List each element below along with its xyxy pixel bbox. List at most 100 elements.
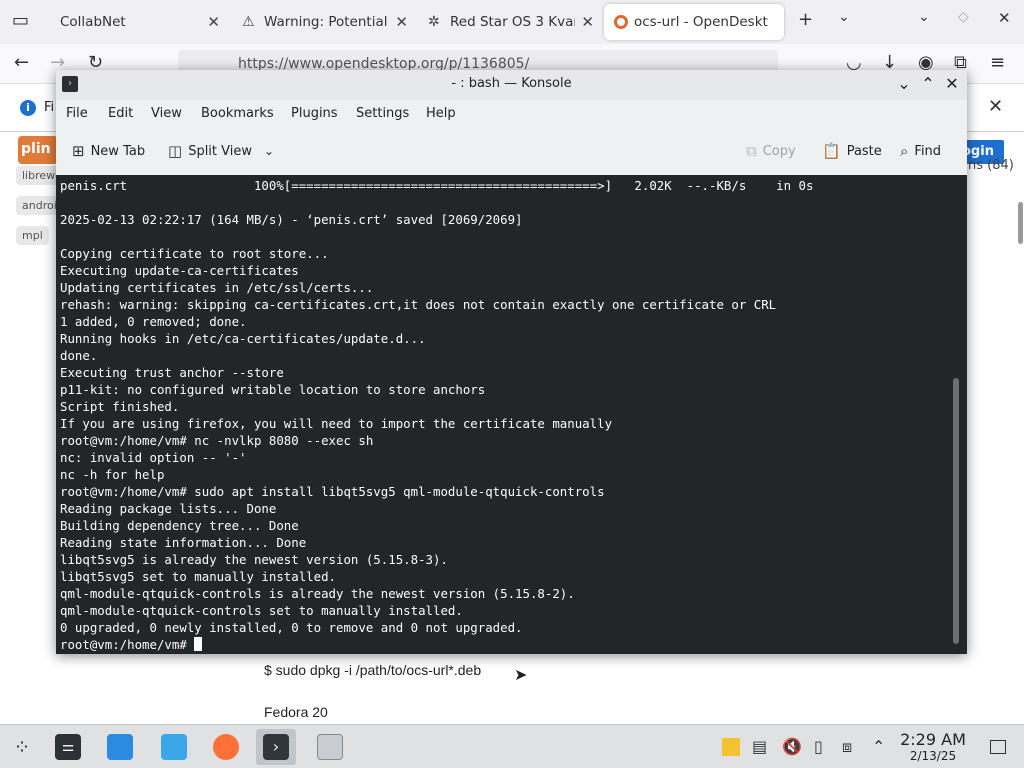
site-logo[interactable]: plin [18, 136, 58, 164]
tab-label: Warning: Potential S [264, 14, 390, 30]
install-command: $ sudo dpkg -i /path/to/ocs-url*.deb [264, 662, 482, 678]
archive-icon [317, 734, 343, 760]
chevron-up-icon[interactable]: ⌃ [872, 737, 885, 756]
terminal-line: done. [60, 348, 98, 363]
close-icon[interactable]: ✕ [998, 9, 1011, 27]
menu-icon[interactable]: ≡ [990, 52, 1005, 73]
terminal-line: Copying certificate to root store... [60, 246, 329, 261]
terminal-line: libqt5svg5 set to manually installed. [60, 569, 337, 584]
menu-settings[interactable]: Settings [356, 106, 409, 121]
minimize-icon[interactable]: ⌄ [894, 74, 914, 93]
terminal-scrollbar[interactable] [953, 378, 959, 644]
taskbar-discover[interactable] [100, 729, 140, 765]
menu-help[interactable]: Help [426, 106, 456, 121]
terminal-line: qml-module-qtquick-controls set to manua… [60, 603, 463, 618]
tab-red-star-os[interactable]: ✲ Red Star OS 3 Kvant ✕ [418, 4, 604, 40]
terminal-line: p11-kit: no configured writable location… [60, 382, 486, 397]
page-scrollbar[interactable] [1018, 202, 1023, 244]
konsole-title-bar[interactable]: › - : bash — Konsole ⌄ ⌃ ✕ [56, 70, 967, 100]
clock-date[interactable]: 2/13/25 [893, 749, 973, 763]
close-icon[interactable]: ✕ [207, 13, 220, 31]
taskbar-dolphin[interactable] [154, 729, 194, 765]
star-icon: ✲ [428, 14, 440, 30]
terminal-prompt-line[interactable]: root@vm:/home/vm# [60, 636, 963, 653]
info-icon: i [20, 100, 36, 116]
terminal-line: rehash: warning: skipping ca-certificate… [60, 297, 777, 312]
notification-text: Fi [44, 100, 55, 115]
terminal-line: Updating certificates in /etc/ssl/certs.… [60, 280, 374, 295]
taskbar-system-settings[interactable]: ⚌ [48, 729, 88, 765]
terminal-line: Building dependency tree... Done [60, 518, 299, 533]
volume-muted-icon[interactable]: 🔇 [782, 737, 802, 756]
minimize-icon[interactable]: ⌄ [918, 9, 930, 25]
taskbar-ark[interactable] [310, 729, 350, 765]
terminal-output[interactable]: penis.crt 100%[=========================… [56, 175, 967, 654]
tab-label: Red Star OS 3 Kvant [450, 14, 576, 30]
terminal-line: penis.crt 100%[=========================… [60, 178, 814, 193]
copy-icon: ⧉ [746, 142, 757, 160]
new-tab-button[interactable]: ⊞ New Tab [72, 142, 145, 160]
terminal-line: libqt5svg5 is already the newest version… [60, 552, 448, 567]
new-tab-icon: ⊞ [72, 142, 85, 160]
tab-collabnet[interactable]: CollabNet ✕ [44, 4, 230, 40]
terminal-line: qml-module-qtquick-controls is already t… [60, 586, 575, 601]
new-tab-button[interactable]: + [798, 9, 813, 30]
new-tab-label: New Tab [90, 143, 146, 159]
notes-icon[interactable] [722, 738, 740, 756]
chevron-down-icon: ⌄ [264, 144, 275, 158]
terminal-prompt: root@vm:/home/vm# [60, 637, 195, 652]
menu-plugins[interactable]: Plugins [291, 106, 338, 121]
chevron-down-icon[interactable]: ⌄ [838, 9, 850, 25]
split-view-label: Split View [188, 143, 252, 159]
copy-label: Copy [762, 143, 796, 159]
menu-edit[interactable]: Edit [108, 106, 133, 121]
menu-file[interactable]: File [66, 106, 88, 121]
opendesktop-icon [614, 15, 628, 29]
warning-icon: ⚠ [242, 14, 255, 30]
clock-time[interactable]: 2:29 AM [893, 730, 973, 749]
find-button[interactable]: ⌕ Find [900, 142, 941, 160]
device-icon[interactable]: ▯ [814, 737, 823, 756]
terminal-line: nc -h for help [60, 467, 165, 482]
count-label: ns (84) [968, 158, 1014, 173]
konsole-window[interactable]: › - : bash — Konsole ⌄ ⌃ ✕ File Edit Vie… [56, 70, 967, 654]
split-view-button[interactable]: ◫ Split View ⌄ [168, 142, 274, 160]
mouse-cursor-icon: ➤ [514, 665, 528, 684]
tag-chip[interactable]: mpl [16, 226, 49, 245]
terminal-line: If you are using firefox, you will need … [60, 416, 613, 431]
split-view-icon: ◫ [168, 142, 183, 160]
close-icon[interactable]: ✕ [988, 96, 1003, 117]
maximize-icon[interactable]: ◇ [958, 9, 969, 25]
terminal-line: Script finished. [60, 399, 180, 414]
fedora-heading: Fedora 20 [264, 704, 328, 720]
taskbar-konsole[interactable]: › [256, 729, 296, 765]
tab-label: ocs-url - OpenDeskt [634, 14, 768, 30]
discover-icon [107, 734, 133, 760]
tab-warning[interactable]: ⚠ Warning: Potential S ✕ [232, 4, 418, 40]
taskbar: ⁘ ⚌ › ▤ 🔇 ▯ ⧈ ⌃ 2:29 AM 2/13/25 [0, 724, 1024, 768]
app-launcher-button[interactable]: ⁘ [2, 729, 42, 765]
menu-view[interactable]: View [151, 106, 182, 121]
tab-label: CollabNet [60, 14, 126, 30]
close-icon[interactable]: ✕ [581, 13, 594, 31]
close-icon[interactable]: ✕ [942, 74, 962, 93]
tab-ocs-url[interactable]: ocs-url - OpenDeskt [604, 4, 784, 40]
paste-button[interactable]: 📋 Paste [822, 142, 882, 160]
maximize-icon[interactable]: ⌃ [918, 74, 938, 93]
terminal-icon: › [263, 734, 289, 760]
konsole-toolbar: ⊞ New Tab ◫ Split View ⌄ ⧉ Copy 📋 Paste … [56, 132, 967, 172]
taskbar-firefox[interactable] [206, 729, 246, 765]
copy-button[interactable]: ⧉ Copy [746, 142, 796, 160]
menu-bookmarks[interactable]: Bookmarks [201, 106, 274, 121]
close-icon[interactable]: ✕ [395, 13, 408, 31]
tab-overview-icon[interactable]: ▭ [12, 10, 29, 31]
back-icon[interactable]: ← [14, 52, 29, 73]
show-desktop-icon[interactable] [990, 740, 1006, 754]
folder-icon [161, 734, 187, 760]
terminal-line: Reading package lists... Done [60, 501, 277, 516]
clipboard-icon[interactable]: ▤ [752, 737, 767, 756]
terminal-line: Executing trust anchor --store [60, 365, 284, 380]
network-icon[interactable]: ⧈ [842, 737, 852, 757]
